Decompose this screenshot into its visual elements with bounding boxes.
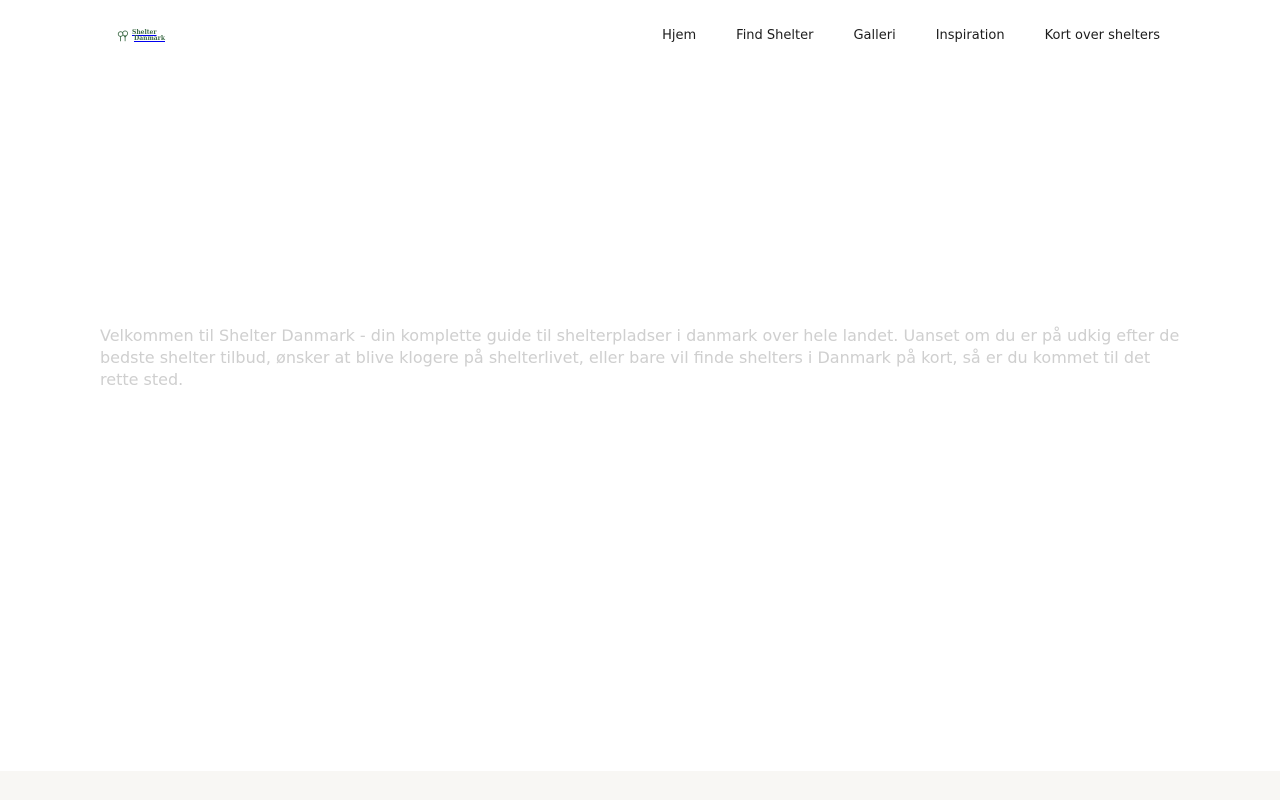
- nav-link-inspiration[interactable]: Inspiration: [936, 27, 1005, 45]
- nav-link-kort-over-shelters[interactable]: Kort over shelters: [1045, 27, 1160, 45]
- logo-line-2: Danmark: [133, 35, 165, 42]
- nav-link-find-shelter[interactable]: Find Shelter: [736, 27, 813, 45]
- site-logo[interactable]: Shelter Danmark: [117, 26, 165, 46]
- hero-intro-text: Velkommen til Shelter Danmark - din komp…: [100, 326, 1180, 389]
- trees-icon: [117, 30, 129, 42]
- nav-link-galleri[interactable]: Galleri: [853, 27, 895, 45]
- footer-band: [0, 771, 1280, 800]
- main-nav: Hjem Find Shelter Galleri Inspiration Ko…: [662, 27, 1160, 45]
- nav-link-hjem[interactable]: Hjem: [662, 27, 696, 45]
- hero-section: Velkommen til Shelter Danmark - din komp…: [0, 72, 1280, 771]
- logo-wordmark: Shelter Danmark: [132, 30, 165, 42]
- site-header: Shelter Danmark Hjem Find Shelter Galler…: [0, 0, 1280, 72]
